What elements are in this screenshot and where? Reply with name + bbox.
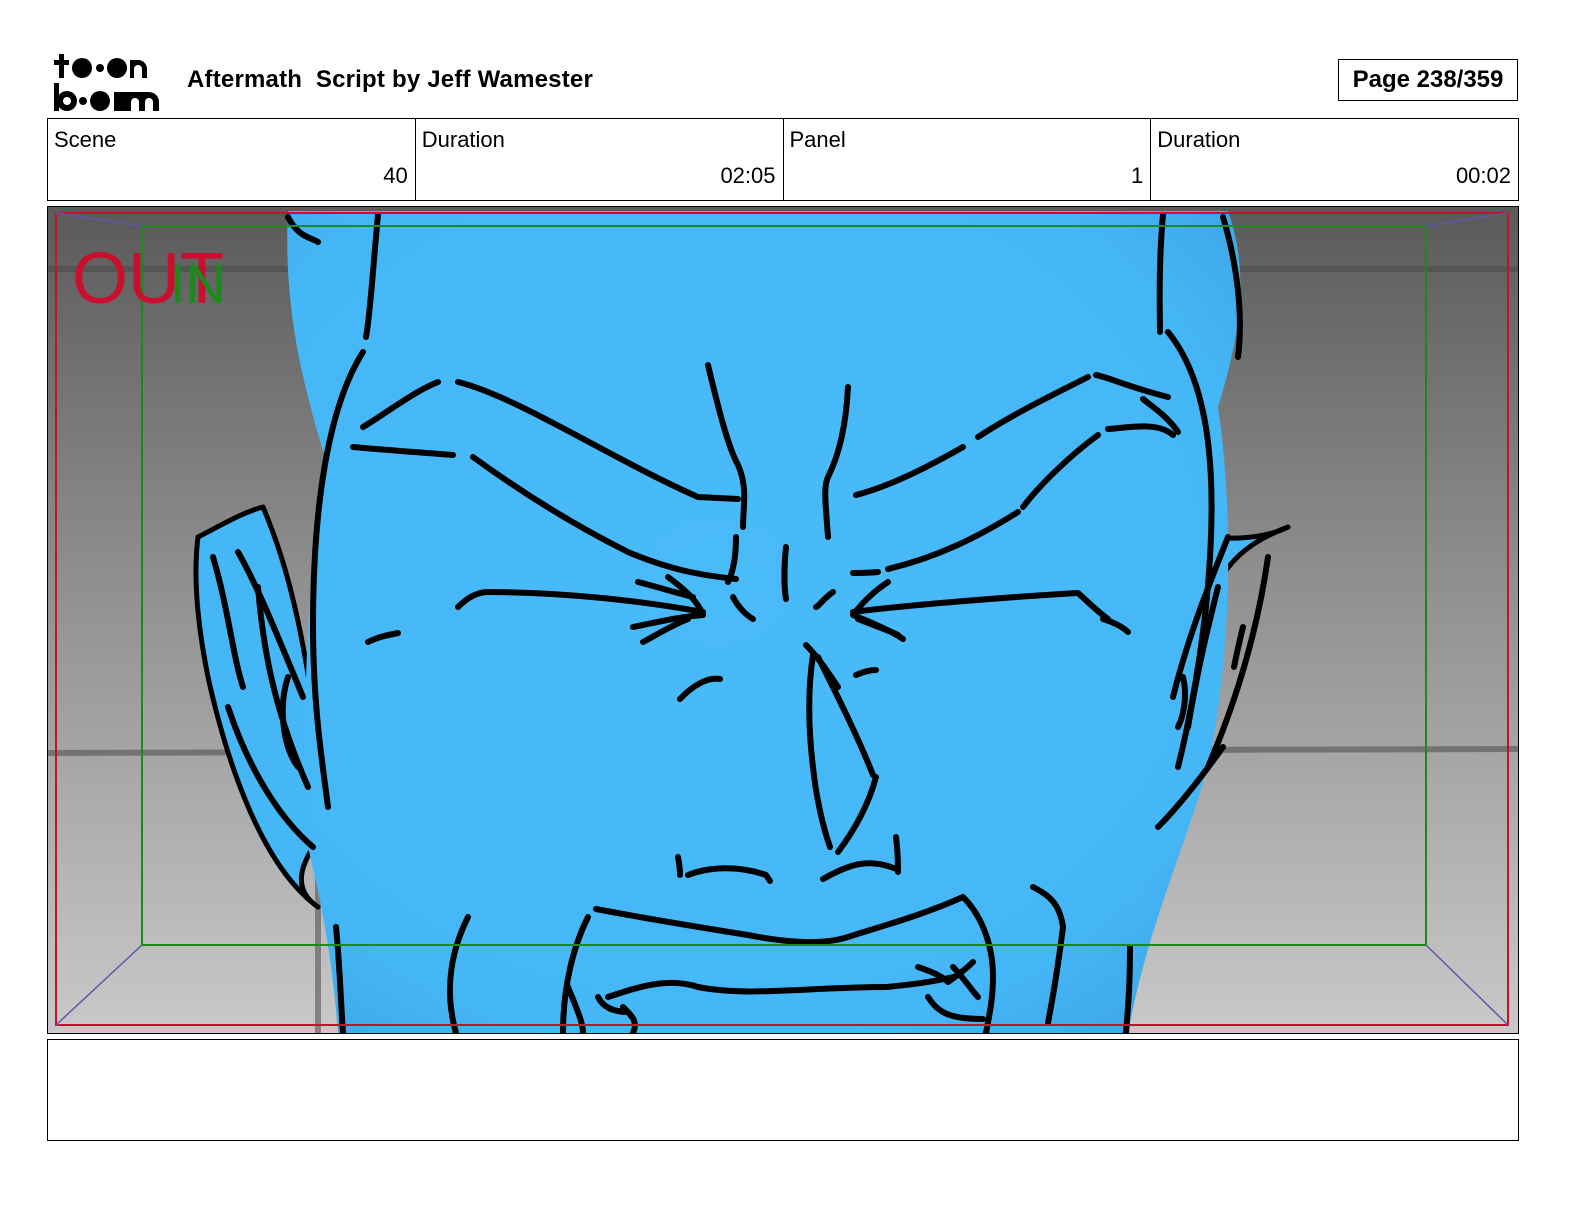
page-number: Page 238/359 [1338, 59, 1518, 101]
scene-duration-label: Duration [421, 127, 505, 152]
character-head [287, 211, 1241, 1033]
storyboard-panel: OUT IN [47, 206, 1519, 1034]
scene-cell: Scene 40 [48, 119, 415, 200]
notes-box [47, 1039, 1519, 1141]
scene-value: 40 [383, 163, 408, 188]
scene-label: Scene [54, 127, 117, 152]
in-frame-label: IN [170, 252, 226, 315]
scene-info-table: Scene 40 Duration 02:05 Panel 1 Duration… [47, 118, 1519, 201]
toon-boom-logo [54, 54, 159, 111]
panel-cell: Panel 1 [782, 119, 1151, 200]
panel-label: Panel [789, 127, 846, 152]
panel-duration-label: Duration [1157, 127, 1241, 152]
panel-artwork: OUT IN [48, 207, 1518, 1033]
panel-duration-value: 00:02 [1455, 163, 1511, 188]
scene-duration-value: 02:05 [720, 163, 776, 188]
scene-duration-cell: Duration 02:05 [414, 119, 783, 200]
panel-duration-cell: Duration 00:02 [1150, 119, 1518, 200]
panel-value: 1 [1131, 163, 1144, 188]
document-title: Aftermath Script by Jeff Wamester [187, 66, 594, 93]
